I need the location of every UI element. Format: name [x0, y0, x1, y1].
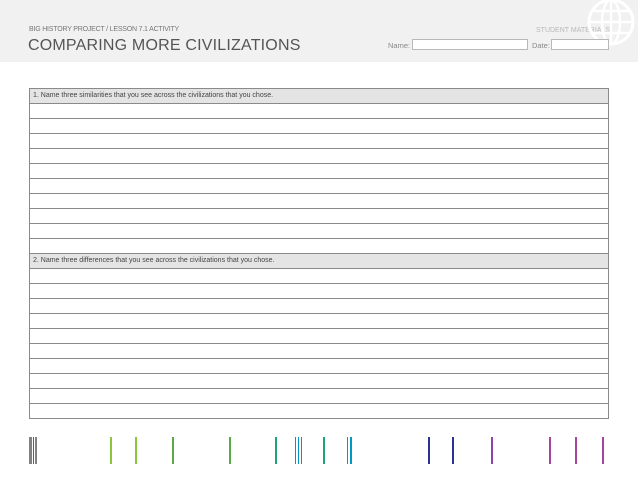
date-label: Date: [532, 41, 550, 50]
question-2-box: 2. Name three differences that you see a… [29, 254, 609, 419]
question-1-box: 1. Name three similarities that you see … [29, 88, 609, 254]
answer-line[interactable] [30, 224, 608, 239]
answer-line[interactable] [30, 104, 608, 119]
color-bar [295, 437, 296, 464]
color-bar [428, 437, 430, 464]
color-bar [602, 437, 604, 464]
answer-line[interactable] [30, 119, 608, 134]
color-bar [172, 437, 174, 464]
date-field[interactable] [551, 39, 609, 50]
color-bar [347, 437, 348, 464]
question-1-prompt: 1. Name three similarities that you see … [30, 89, 608, 104]
page-title: COMPARING MORE CIVILIZATIONS [28, 37, 301, 54]
color-bar [275, 437, 277, 464]
color-bar [35, 437, 37, 464]
page-header: BIG HISTORY PROJECT / LESSON 7.1 ACTIVIT… [0, 0, 638, 62]
answer-line[interactable] [30, 404, 608, 419]
answer-line[interactable] [30, 239, 608, 254]
color-bar [33, 437, 34, 464]
color-bar [452, 437, 454, 464]
color-bar [301, 437, 302, 464]
answer-line[interactable] [30, 284, 608, 299]
color-bar [323, 437, 325, 464]
question-2-answer-area[interactable] [30, 269, 608, 419]
answer-line[interactable] [30, 209, 608, 224]
color-bar [575, 437, 577, 464]
answer-line[interactable] [30, 134, 608, 149]
color-bar [491, 437, 493, 464]
answer-line[interactable] [30, 359, 608, 374]
answer-line[interactable] [30, 194, 608, 209]
answer-line[interactable] [30, 149, 608, 164]
answer-line[interactable] [30, 269, 608, 284]
name-label: Name: [388, 41, 411, 50]
question-2-prompt: 2. Name three differences that you see a… [30, 254, 608, 269]
color-bar [229, 437, 231, 464]
color-bar [135, 437, 137, 464]
answer-line[interactable] [30, 344, 608, 359]
question-1-answer-area[interactable] [30, 104, 608, 254]
answer-line[interactable] [30, 179, 608, 194]
answer-line[interactable] [30, 299, 608, 314]
answer-line[interactable] [30, 374, 608, 389]
answer-line[interactable] [30, 164, 608, 179]
color-bar [549, 437, 551, 464]
decorative-color-bars [0, 437, 638, 467]
color-bar [350, 437, 352, 464]
name-field[interactable] [412, 39, 528, 50]
answer-line[interactable] [30, 389, 608, 404]
color-bar [298, 437, 299, 464]
answer-line[interactable] [30, 314, 608, 329]
answer-line[interactable] [30, 329, 608, 344]
color-bar [29, 437, 32, 464]
color-bar [110, 437, 112, 464]
breadcrumb: BIG HISTORY PROJECT / LESSON 7.1 ACTIVIT… [29, 26, 179, 33]
